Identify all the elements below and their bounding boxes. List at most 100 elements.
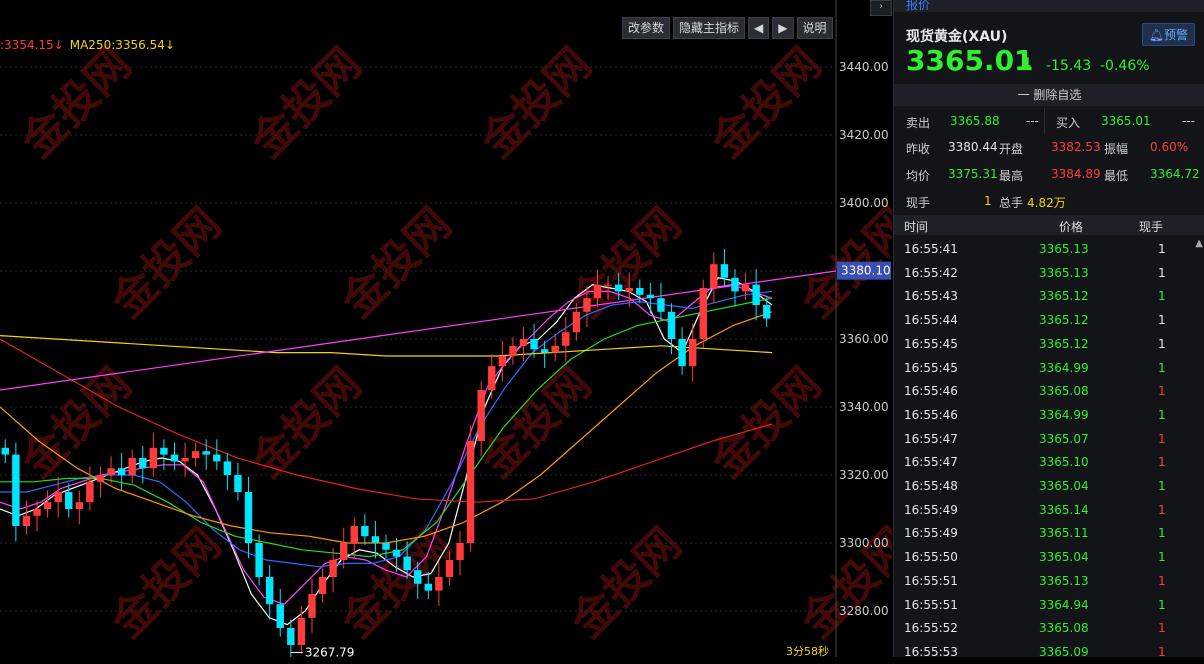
candle-body [43, 502, 52, 509]
quote-tab-label[interactable]: 报价 [906, 0, 930, 13]
tick-row[interactable]: 16:55:43 3365.12 1 [894, 284, 1204, 308]
candle-body [414, 570, 422, 584]
edit-params-button[interactable]: 改参数 [622, 17, 671, 39]
candle-body [75, 502, 84, 509]
stat-value: 3380.44 [948, 140, 998, 154]
tick-price: 3365.08 [1039, 621, 1089, 636]
tick-row[interactable]: 16:55:49 3365.14 1 [894, 498, 1204, 522]
candle-body [86, 481, 94, 503]
alert-button[interactable]: 🔔︎预警 [1141, 23, 1195, 46]
prev-arrow-icon[interactable]: ◀ [748, 17, 770, 39]
tick-row[interactable]: 16:55:44 3365.12 1 [894, 308, 1204, 332]
tick-row[interactable]: 16:55:51 3365.13 1 [894, 569, 1204, 593]
candle-body [308, 594, 316, 618]
next-arrow-icon[interactable]: ▶ [772, 17, 794, 39]
ma-legend: :3354.15↓ MA250:3356.54↓ [0, 38, 181, 52]
quote-tab[interactable]: 报价 [894, 0, 1204, 12]
candle-body [223, 461, 232, 475]
tick-volume: 1 [1158, 431, 1166, 446]
tick-row[interactable]: 16:55:45 3364.99 1 [894, 356, 1204, 380]
tick-row[interactable]: 16:55:47 3365.10 1 [894, 450, 1204, 474]
tick-row[interactable]: 16:55:48 3365.04 1 [894, 474, 1204, 498]
tick-price: 3365.10 [1039, 455, 1089, 470]
remove-watchlist-button[interactable]: 一 删除自选 [894, 84, 1204, 106]
last-price: 3365.01 [906, 44, 1034, 77]
tick-price: 3364.99 [1039, 360, 1089, 375]
candle-body [435, 577, 443, 591]
candle-body [551, 345, 559, 353]
bell-icon: 🔔︎ [1148, 28, 1164, 42]
tick-row[interactable]: 16:55:41 3365.13 1 [894, 237, 1204, 261]
tick-price: 3365.14 [1039, 502, 1089, 517]
tick-volume: 1 [1158, 502, 1166, 517]
tick-price: 3365.08 [1039, 384, 1089, 399]
candle-body [699, 288, 707, 339]
tick-row[interactable]: 16:55:47 3365.07 1 [894, 427, 1204, 451]
ma-legend-item: :3354.15↓ [0, 38, 64, 52]
stat-value: 1 [984, 194, 992, 208]
price-column-header: 价格 [1059, 220, 1084, 234]
help-button[interactable]: 说明 [796, 17, 833, 39]
candle-body [519, 339, 528, 346]
tick-price: 3365.13 [1039, 265, 1089, 280]
candle-body [477, 390, 485, 441]
time-column-header: 时间 [904, 220, 929, 234]
tick-row[interactable]: 16:55:45 3365.12 1 [894, 332, 1204, 356]
tick-row[interactable]: 16:55:46 3365.08 1 [894, 379, 1204, 403]
tick-volume: 1 [1158, 526, 1166, 541]
candle-body [488, 366, 496, 390]
candle-body [710, 264, 718, 288]
y-tick-label: 3440.00 [839, 60, 889, 74]
tick-row[interactable]: 16:55:49 3365.11 1 [894, 521, 1204, 545]
candle-body [604, 284, 612, 286]
stat-value: 4.82万 [1027, 196, 1066, 210]
watermark-logo: 金投网 [241, 358, 371, 488]
tick-price: 3364.94 [1039, 597, 1089, 612]
candle-body [54, 492, 62, 503]
low-marker-label: 3267.79 [305, 646, 355, 657]
tick-row[interactable]: 16:55:53 3365.09 1 [894, 640, 1204, 664]
candle-body [540, 349, 549, 353]
candle-body [170, 454, 179, 462]
stats-row: 现手 1 总手 4.82万 [894, 188, 1204, 214]
candle-body [593, 284, 602, 299]
candle-body [244, 492, 253, 543]
tick-time: 16:55:45 [904, 360, 958, 375]
tick-volume: 1 [1158, 550, 1166, 565]
candle-body [318, 577, 327, 594]
tick-row[interactable]: 16:55:52 3365.08 1 [894, 616, 1204, 640]
stat-value: 3384.89 [1051, 167, 1101, 181]
hide-indicator-button[interactable]: 隐藏主指标 [673, 17, 746, 39]
tick-volume: 1 [1158, 455, 1166, 470]
tick-row[interactable]: 16:55:50 3365.04 1 [894, 545, 1204, 569]
candle-body [33, 509, 41, 516]
tick-price: 3365.13 [1039, 242, 1089, 256]
kline-chart[interactable]: 金投网 金投网 金投网 金投网 金投网 金投网 金投网 金投网 金投网 金投网 金投网 金投网 金投网金… [0, 0, 892, 657]
tick-volume: 1 [1158, 573, 1166, 588]
candle-body [128, 458, 136, 475]
candle-body [202, 451, 210, 455]
tick-time: 16:55:46 [904, 407, 958, 422]
candle-body [530, 339, 538, 350]
expand-icon[interactable]: › [870, 0, 892, 16]
chart-canvas[interactable]: 金投网 金投网 金投网 金投网金投网 金投网 金投网金投网 金投网 金投网 金投网金投网 金投网金… [0, 0, 892, 657]
tick-volume: 1 [1158, 336, 1166, 351]
tick-row[interactable]: 16:55:42 3365.13 1 [894, 261, 1204, 285]
tick-row[interactable]: 16:55:46 3364.99 1 [894, 403, 1204, 427]
y-tick-label: 3320.00 [839, 468, 889, 482]
candle-body [424, 583, 433, 591]
tick-row[interactable]: 16:55:51 3364.94 1 [894, 593, 1204, 617]
watermark-logo: 金投网 [701, 38, 831, 168]
countdown-label: 3分58秒 [786, 644, 829, 657]
candle-body [181, 458, 189, 462]
candle-body [720, 264, 729, 278]
stat-label: 昨收 [906, 142, 931, 156]
watermark-logo: 金投网 [101, 198, 231, 328]
y-tick-label: 3400.00 [839, 196, 889, 210]
tick-volume: 1 [1158, 597, 1166, 612]
candle-body [191, 451, 200, 458]
chart-toolbar: 改参数 隐藏主指标 ◀ ▶ 说明 [622, 17, 833, 39]
watermark-logo: 金投网 [241, 38, 371, 168]
watermark-logo: 金投网 [11, 38, 141, 168]
candle-body [445, 560, 454, 577]
